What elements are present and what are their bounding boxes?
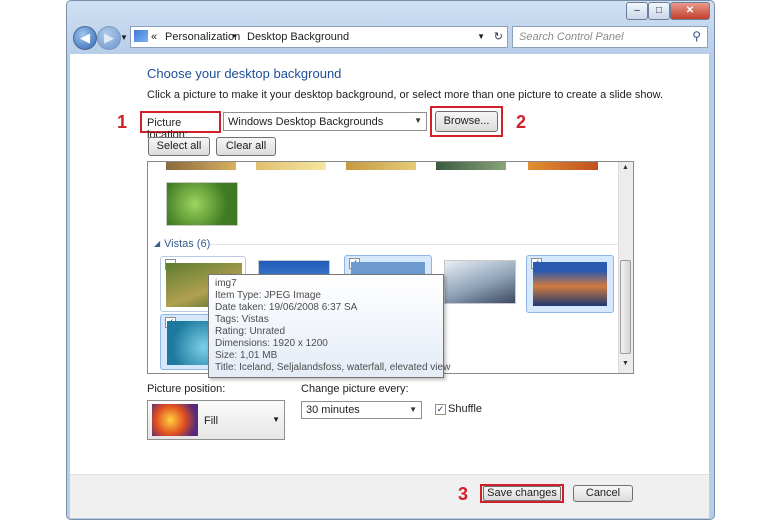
scroll-down-icon[interactable]: ▼ (622, 360, 629, 367)
annotation-3: 3 (458, 484, 469, 504)
browse-button[interactable]: Browse... (435, 111, 498, 132)
tooltip-date-taken: Date taken: 19/06/2008 6:37 SA (215, 302, 358, 313)
wallpaper-thumbnail[interactable] (528, 162, 598, 170)
tooltip-dimensions: Dimensions: 1920 x 1200 (215, 338, 328, 349)
search-icon[interactable]: ⚲ (692, 29, 701, 43)
wallpaper-thumbnail[interactable] (256, 162, 326, 170)
select-all-button[interactable]: Select all (148, 137, 210, 156)
picture-position-select[interactable]: Fill ▼ (147, 400, 285, 440)
wallpaper-thumbnail-lake-sunset (533, 262, 607, 306)
search-placeholder: Search Control Panel (519, 31, 624, 43)
arrow-left-icon: ◀ (80, 30, 90, 45)
picture-position-value: Fill (204, 415, 219, 427)
clear-all-button[interactable]: Clear all (216, 137, 276, 156)
close-button[interactable]: ✕ (670, 2, 710, 20)
scrollbar-thumb[interactable] (620, 260, 631, 354)
picture-location-select[interactable]: Windows Desktop Backgrounds ▼ (223, 112, 427, 131)
shuffle-checkbox[interactable]: ✓ (435, 404, 446, 415)
collapse-group-icon[interactable]: ◢ (154, 239, 160, 248)
tooltip-title: Title: Iceland, Seljalandsfoss, waterfal… (215, 362, 451, 373)
wallpaper-thumbnail-mountains[interactable] (444, 260, 516, 304)
change-interval-value: 30 minutes (306, 404, 360, 416)
cancel-button[interactable]: Cancel (573, 485, 633, 502)
position-preview-icon (152, 404, 198, 436)
group-divider (210, 244, 620, 245)
tooltip-filename: img7 (215, 278, 237, 289)
picture-location-highlight: Picture location: (140, 111, 221, 141)
chevron-down-icon: ▼ (272, 415, 280, 424)
grid-scrollbar[interactable]: ▲ ▼ (618, 162, 633, 373)
image-details-tooltip: img7 Item Type: JPEG Image Date taken: 1… (208, 274, 451, 378)
address-dropdown-icon[interactable]: ▼ (477, 32, 485, 41)
wallpaper-thumbnail[interactable] (166, 162, 236, 170)
change-interval-label: Change picture every: (301, 383, 409, 395)
chevron-down-icon: ▼ (409, 405, 417, 414)
chevron-down-icon: ▼ (414, 116, 422, 125)
arrow-right-icon: ▶ (104, 30, 114, 45)
save-changes-button[interactable]: Save changes (483, 486, 561, 501)
annotation-2: 2 (516, 112, 527, 132)
control-panel-icon (134, 30, 148, 42)
tooltip-item-type: Item Type: JPEG Image (215, 290, 321, 301)
change-interval-select[interactable]: 30 minutes ▼ (301, 401, 422, 419)
tooltip-tags: Tags: Vistas (215, 314, 269, 325)
maximize-button[interactable]: □ (648, 2, 670, 20)
address-bar[interactable]: « Personalization ▸ Desktop Background ▼… (130, 26, 508, 48)
page-description: Click a picture to make it your desktop … (147, 89, 664, 101)
wallpaper-thumbnail[interactable] (436, 162, 506, 170)
wallpaper-thumbnail[interactable] (346, 162, 416, 170)
picture-location-value: Windows Desktop Backgrounds (228, 116, 384, 128)
breadcrumb-separator[interactable]: ▸ (233, 31, 237, 40)
tooltip-rating: Rating: Unrated (215, 326, 286, 337)
search-box[interactable]: Search Control Panel ⚲ (512, 26, 708, 48)
page-title: Choose your desktop background (147, 66, 342, 81)
group-header-vistas[interactable]: Vistas (6) (164, 238, 210, 250)
minimize-button[interactable]: – (626, 2, 648, 20)
shuffle-label[interactable]: Shuffle (448, 403, 482, 415)
forward-button[interactable]: ▶ (97, 26, 121, 50)
breadcrumb-desktop-background[interactable]: Desktop Background (247, 31, 349, 43)
recent-pages-chevron-icon[interactable]: ▼ (120, 33, 128, 42)
wallpaper-thumbnail-fern[interactable] (166, 182, 238, 226)
wallpaper-item-selected[interactable]: ✓ (526, 255, 614, 313)
back-button[interactable]: ◀ (73, 26, 97, 50)
breadcrumb-personalization[interactable]: Personalization (165, 31, 240, 43)
scroll-up-icon[interactable]: ▲ (622, 164, 629, 171)
picture-position-label: Picture position: (147, 383, 226, 395)
breadcrumb-overflow[interactable]: « (151, 31, 157, 43)
annotation-1: 1 (117, 112, 128, 132)
refresh-icon[interactable]: ↻ (494, 30, 503, 43)
tooltip-size: Size: 1,01 MB (215, 350, 278, 361)
